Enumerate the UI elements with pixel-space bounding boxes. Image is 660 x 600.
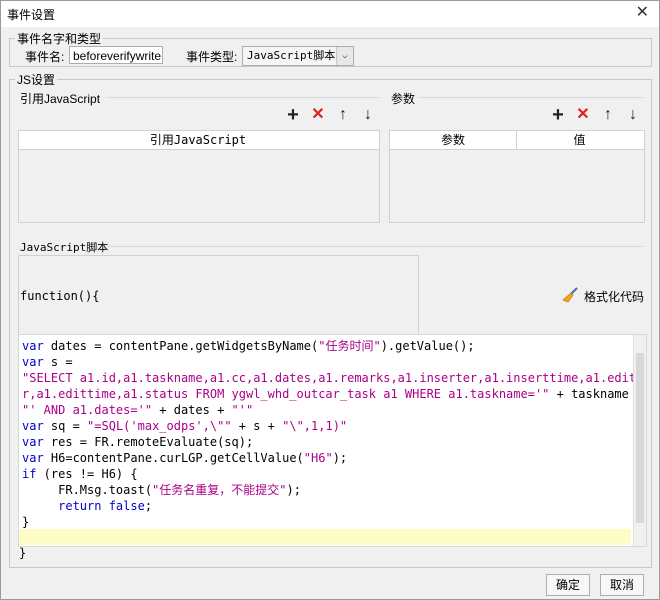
arrow-up-icon[interactable]: ↑ [599, 106, 617, 124]
script-divider [109, 246, 643, 247]
js-group-legend: JS设置 [15, 71, 58, 88]
ref-js-table-header: 引用JavaScript [19, 131, 379, 150]
function-header-box: function(){ [18, 255, 419, 337]
code-token: r,a1.edittime,a1.status FROM ygwl_whd_ou… [22, 387, 550, 401]
code-token: "H6" [303, 451, 333, 465]
params-table[interactable]: 参数 值 [389, 130, 645, 223]
close-icon[interactable]: ✕ [636, 4, 649, 22]
code-token: var [22, 419, 44, 433]
code-token: } [22, 515, 30, 529]
x-icon[interactable]: ✕ [309, 106, 327, 124]
code-token: if [22, 467, 37, 481]
code-line: if (res != H6) { [22, 466, 138, 482]
code-token: ); [286, 483, 301, 497]
code-line: var res = FR.remoteEvaluate(sq); [22, 434, 253, 450]
code-token: + dates + [152, 403, 232, 417]
event-name-label: 事件名: [25, 50, 65, 64]
code-token: return false [58, 499, 145, 513]
chevron-down-icon[interactable]: ⌵ [336, 47, 353, 65]
event-group-legend: 事件名字和类型 [15, 30, 104, 47]
script-title: JavaScript脚本 [20, 241, 109, 254]
code-token: FR.Msg.toast( [22, 483, 153, 497]
code-line: } [22, 514, 29, 530]
code-token: "\",1,1)" [282, 419, 348, 433]
format-code-label: 格式化代码 [584, 290, 645, 304]
code-line: FR.Msg.toast("任务名重复，不能提交"); [22, 482, 301, 498]
ref-js-table[interactable]: 引用JavaScript [18, 130, 380, 223]
params-title: 参数 [391, 92, 416, 106]
title-bar: 事件设置 ✕ [1, 1, 659, 27]
code-token: var [22, 355, 44, 369]
code-token: res = FR.remoteEvaluate(sq); [43, 435, 254, 449]
window-title: 事件设置 [7, 8, 56, 22]
script-editor[interactable]: var dates = contentPane.getWidgetsByName… [18, 334, 647, 547]
plus-icon[interactable]: + [284, 105, 302, 125]
code-token: "' AND a1.dates='" [22, 403, 153, 417]
code-token: + taskname + [549, 387, 644, 401]
event-type-select[interactable]: JavaScript脚本 ⌵ [242, 46, 354, 66]
param-column-header[interactable]: 参数 [390, 131, 517, 149]
code-token: "任务名重复，不能提交" [152, 483, 287, 497]
code-token: var [22, 451, 44, 465]
arrow-up-icon[interactable]: ↑ [334, 106, 352, 124]
code-line: "SELECT a1.id,a1.taskname,a1.cc,a1.dates… [22, 370, 643, 386]
cancel-button[interactable]: 取消 [600, 574, 644, 596]
event-type-label: 事件类型: [186, 50, 238, 64]
current-line-highlight [19, 529, 631, 545]
code-line: var s = [22, 354, 73, 370]
code-token: + s + [231, 419, 283, 433]
arrow-down-icon[interactable]: ↓ [359, 106, 377, 124]
code-token: var [22, 435, 44, 449]
code-token: H6=contentPane.curLGP.getCellValue( [43, 451, 304, 465]
event-name-field[interactable]: beforeverifywrite [69, 46, 163, 64]
function-header: function(){ [20, 289, 100, 303]
value-column-header[interactable]: 值 [517, 131, 642, 149]
code-token: s = [43, 355, 73, 369]
code-token: ); [332, 451, 348, 465]
code-line: var sq = "=SQL('max_odps',\"" + s + "\",… [22, 418, 347, 434]
params-divider [419, 97, 643, 98]
code-token: ; [144, 499, 153, 513]
plus-icon[interactable]: + [549, 105, 567, 125]
ref-js-column-header[interactable]: 引用JavaScript [19, 131, 377, 149]
arrow-down-icon[interactable]: ↓ [624, 106, 642, 124]
code-token: ).getValue(); [380, 339, 475, 353]
code-token: "=SQL('max_odps',\"" [87, 419, 232, 433]
ref-js-title: 引用JavaScript [20, 92, 101, 106]
ok-button[interactable]: 确定 [546, 574, 590, 596]
editor-scrollbar[interactable] [633, 335, 646, 546]
code-token: "SELECT a1.id,a1.taskname,a1.cc,a1.dates… [22, 371, 644, 385]
code-token: dates = contentPane.getWidgetsByName( [43, 339, 319, 353]
x-icon[interactable]: ✕ [574, 106, 592, 124]
code-line: return false; [22, 498, 152, 514]
code-token: "'" [231, 403, 254, 417]
code-token: var [22, 339, 44, 353]
code-line: var H6=contentPane.curLGP.getCellValue("… [22, 450, 347, 466]
params-table-header: 参数 值 [390, 131, 644, 150]
broom-icon [562, 287, 578, 303]
code-token: (res != H6) { [36, 467, 138, 481]
event-type-value: JavaScript脚本 [247, 49, 336, 62]
code-token: sq = [43, 419, 88, 433]
scrollbar-thumb[interactable] [636, 353, 644, 523]
code-line: var dates = contentPane.getWidgetsByName… [22, 338, 475, 354]
event-settings-dialog: 事件设置 ✕ 事件名字和类型 事件名: beforeverifywrite 事件… [0, 0, 660, 600]
code-line: r,a1.edittime,a1.status FROM ygwl_whd_ou… [22, 386, 643, 402]
code-token: "任务时间" [318, 339, 381, 353]
code-line: "' AND a1.dates='" + dates + "'" [22, 402, 253, 418]
ref-js-divider [107, 97, 379, 98]
function-footer: } [19, 546, 27, 560]
